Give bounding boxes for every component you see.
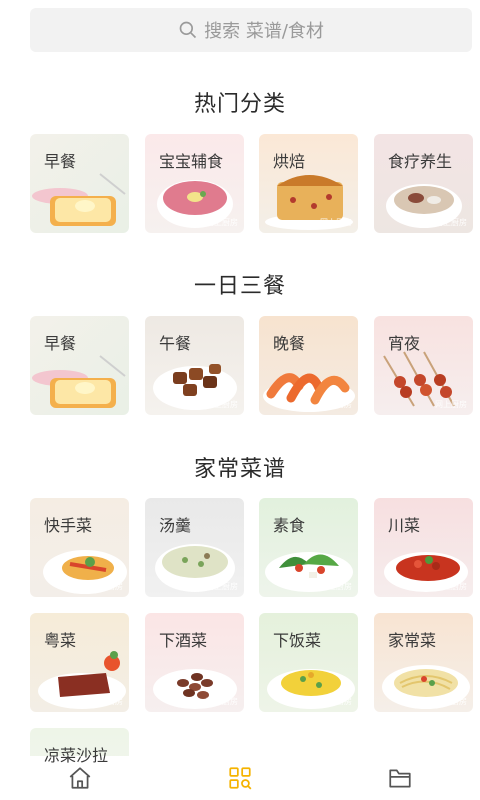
category-card-baby-food[interactable]: 宝宝辅食 网上厨房 (145, 134, 244, 233)
watermark: 网上厨房 (435, 582, 467, 591)
meal-label: 晚餐 (273, 334, 306, 353)
recipe-card-soup[interactable]: 汤羹 网上厨房 (145, 498, 244, 597)
meal-card-lunch[interactable]: 午餐 网上厨房 (145, 316, 244, 415)
meal-label: 午餐 (159, 334, 192, 353)
recipe-card-drinking-snack[interactable]: 下酒菜 网上厨房 (145, 613, 244, 712)
recipe-card-home-style[interactable]: 家常菜 网上厨房 (374, 613, 473, 712)
recipe-card-rice-dish[interactable]: 下饭菜 网上厨房 (259, 613, 358, 712)
nav-category[interactable] (210, 756, 270, 800)
recipe-label: 素食 (273, 516, 306, 535)
watermark: 网上厨房 (206, 697, 238, 706)
section-title-three-meals: 一日三餐 (193, 274, 286, 299)
recipe-label: 凉菜沙拉 (44, 746, 109, 765)
meal-card-late-night[interactable]: 宵夜 网上厨房 (374, 316, 473, 415)
watermark: 网上厨房 (320, 582, 352, 591)
recipe-card-vegetarian[interactable]: 素食 网上厨房 (259, 498, 358, 597)
category-icon (229, 767, 252, 790)
watermark: 网上厨房 (435, 697, 467, 706)
section-title-home-recipes: 家常菜谱 (193, 457, 286, 482)
search-icon (179, 21, 197, 39)
watermark: 网上厨房 (435, 218, 467, 227)
watermark: 网上厨房 (206, 218, 238, 227)
watermark: 网上厨房 (206, 400, 238, 409)
category-card-dietary-health[interactable]: 食疗养生 网上厨房 (374, 134, 473, 233)
watermark: 网上厨房 (320, 218, 352, 227)
recipe-label: 汤羹 (159, 516, 192, 535)
section-title-hot: 热门分类 (193, 92, 286, 117)
category-card-baking[interactable]: 烘焙 网上厨房 (259, 134, 358, 233)
recipe-card-quick[interactable]: 快手菜 网上厨房 (30, 498, 129, 597)
home-icon (69, 767, 91, 789)
search-input[interactable]: 搜索 菜谱/食材 (30, 8, 472, 52)
watermark: 网上厨房 (91, 697, 123, 706)
watermark: 网上厨房 (320, 400, 352, 409)
recipe-card-sichuan[interactable]: 川菜 网上厨房 (374, 498, 473, 597)
meal-label: 早餐 (44, 334, 77, 353)
recipe-label: 下酒菜 (159, 631, 208, 650)
category-label: 食疗养生 (388, 152, 453, 171)
meal-label: 宵夜 (388, 334, 421, 353)
recipe-label: 粤菜 (44, 631, 77, 650)
category-label: 宝宝辅食 (159, 152, 224, 171)
folder-icon (389, 769, 411, 788)
meal-card-breakfast[interactable]: 早餐 (30, 316, 129, 415)
recipe-card-cantonese[interactable]: 粤菜 网上厨房 (30, 613, 129, 712)
category-label: 烘焙 (273, 152, 306, 171)
watermark: 网上厨房 (435, 400, 467, 409)
category-label: 早餐 (44, 152, 77, 171)
recipe-label: 快手菜 (44, 516, 93, 535)
recipe-label: 川菜 (388, 516, 421, 535)
search-placeholder: 搜索 菜谱/食材 (204, 21, 324, 42)
watermark: 网上厨房 (91, 582, 123, 591)
category-card-breakfast[interactable]: 早餐 (30, 134, 129, 233)
recipe-label: 家常菜 (388, 631, 437, 650)
meal-card-dinner[interactable]: 晚餐 网上厨房 (259, 316, 358, 415)
nav-collection[interactable] (370, 756, 430, 800)
recipe-label: 下饭菜 (273, 631, 322, 650)
watermark: 网上厨房 (320, 697, 352, 706)
watermark: 网上厨房 (206, 582, 238, 591)
